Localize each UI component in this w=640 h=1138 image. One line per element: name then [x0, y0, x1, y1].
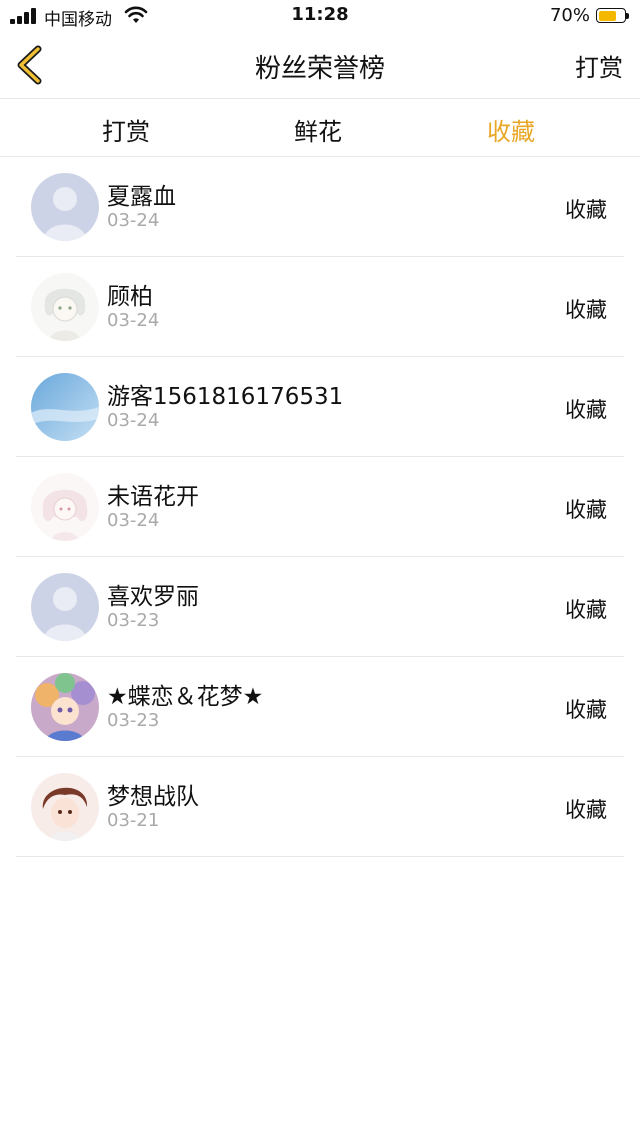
action-type: 收藏	[565, 698, 607, 722]
avatar	[31, 573, 99, 641]
page-title: 粉丝荣誉榜	[254, 54, 385, 84]
list-item[interactable]: ★蝶恋＆花梦★ 03-23 收藏	[0, 657, 640, 757]
date-label: 03-24	[107, 410, 160, 431]
date-label: 03-24	[107, 210, 160, 231]
date-label: 03-21	[107, 810, 160, 831]
date-label: 03-23	[107, 710, 160, 731]
action-type: 收藏	[565, 198, 607, 222]
user-name: 顾柏	[107, 284, 153, 310]
tab-favorites[interactable]: 收藏	[487, 112, 535, 147]
navigation-bar: 粉丝荣誉榜 打赏	[0, 34, 640, 99]
avatar	[31, 773, 99, 841]
list-item[interactable]: 顾柏 03-24 收藏	[0, 257, 640, 357]
list-item[interactable]: 游客1561816176531 03-24 收藏	[0, 357, 640, 457]
avatar	[31, 473, 99, 541]
action-type: 收藏	[565, 598, 607, 622]
user-name: ★蝶恋＆花梦★	[107, 684, 264, 710]
date-label: 03-24	[107, 310, 160, 331]
user-name: 未语花开	[107, 484, 199, 510]
list-item[interactable]: 梦想战队 03-21 收藏	[0, 757, 640, 857]
battery-percent: 70%	[549, 5, 590, 26]
avatar	[31, 673, 99, 741]
user-name: 喜欢罗丽	[107, 584, 199, 610]
battery-icon	[596, 8, 630, 25]
date-label: 03-23	[107, 610, 160, 631]
avatar	[31, 373, 99, 441]
fan-list: 夏露血 03-24 收藏 顾柏 03-24 收藏 游客1561816176531	[0, 157, 640, 857]
action-type: 收藏	[565, 798, 607, 822]
status-bar: 中国移动 11:28 70%	[0, 0, 640, 34]
user-name: 游客1561816176531	[107, 384, 344, 410]
tab-reward[interactable]: 打赏	[102, 112, 150, 147]
action-type: 收藏	[565, 398, 607, 422]
list-item[interactable]: 夏露血 03-24 收藏	[0, 157, 640, 257]
avatar	[31, 273, 99, 341]
date-label: 03-24	[107, 510, 160, 531]
list-item[interactable]: 未语花开 03-24 收藏	[0, 457, 640, 557]
avatar	[31, 173, 99, 241]
tab-flowers[interactable]: 鲜花	[294, 112, 342, 147]
action-type: 收藏	[565, 498, 607, 522]
reward-button[interactable]: 打赏	[575, 48, 623, 83]
list-item[interactable]: 喜欢罗丽 03-23 收藏	[0, 557, 640, 657]
user-name: 夏露血	[107, 184, 176, 210]
tab-bar: 打赏 鲜花 收藏	[0, 99, 640, 157]
user-name: 梦想战队	[107, 784, 199, 810]
clock: 11:28	[291, 4, 349, 25]
action-type: 收藏	[565, 298, 607, 322]
